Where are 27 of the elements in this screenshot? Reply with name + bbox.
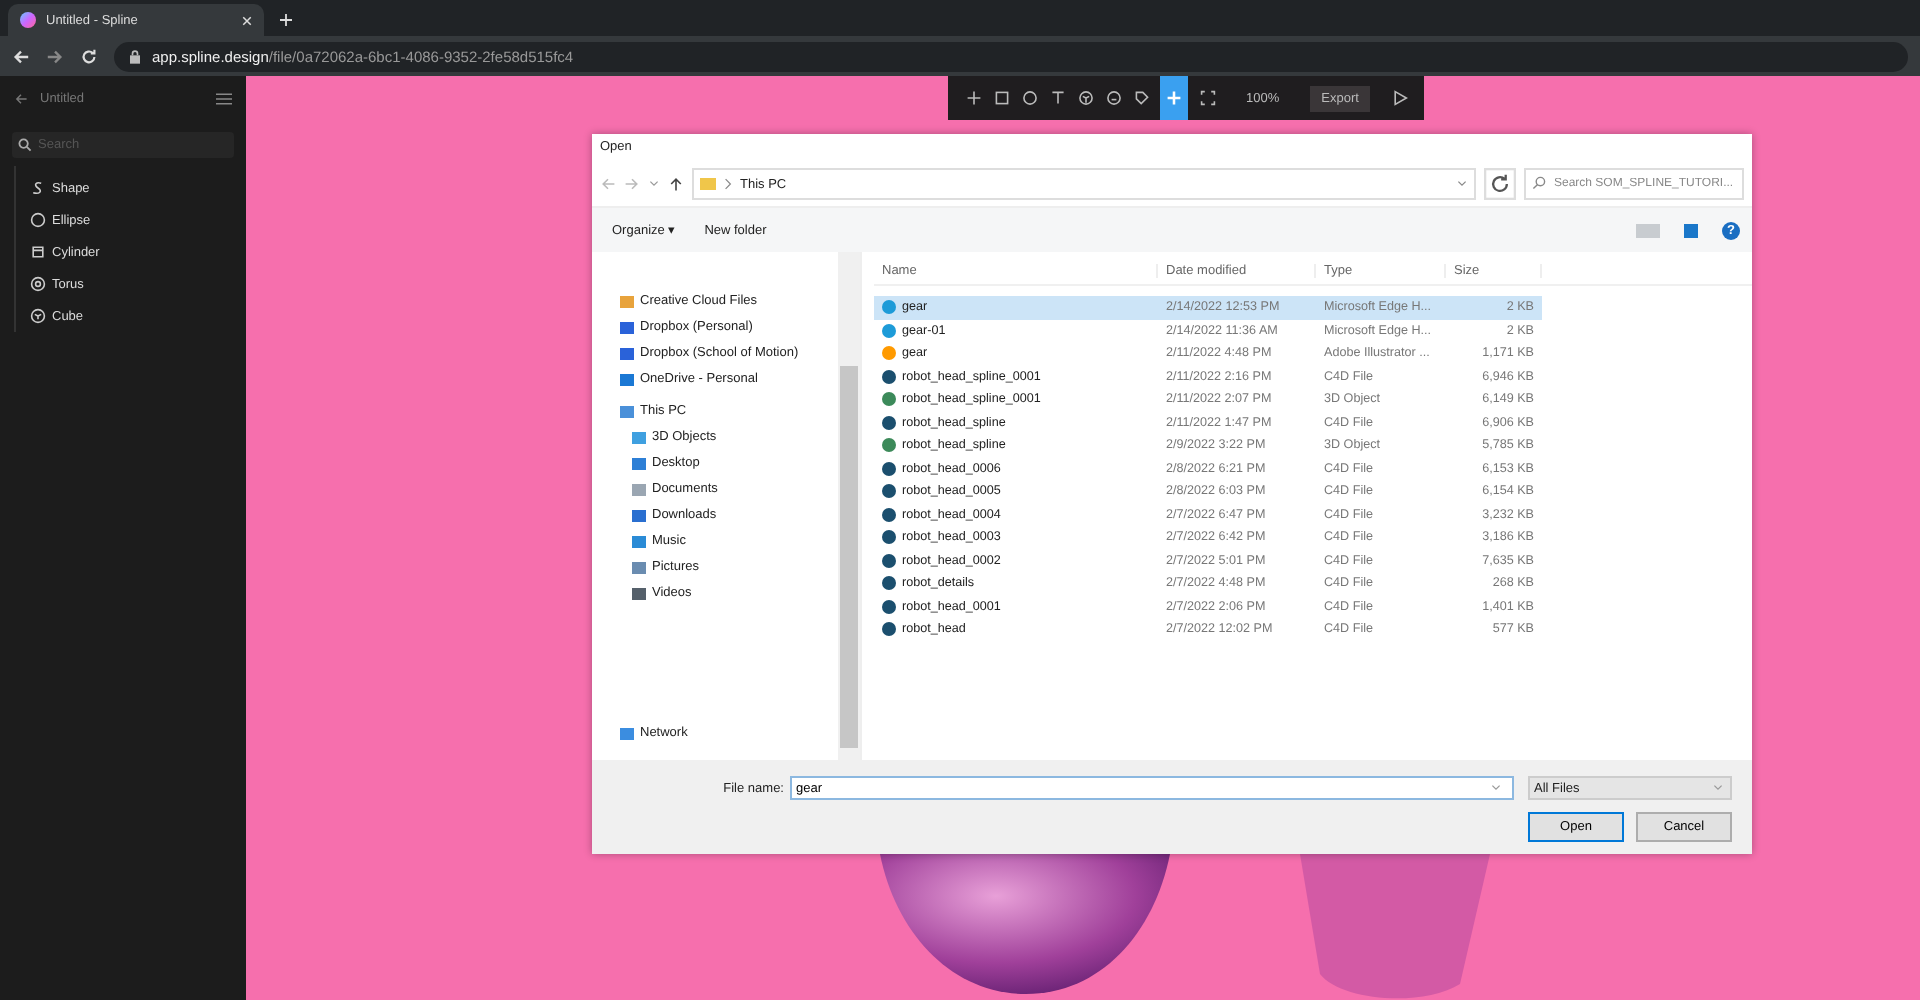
- caret-icon: [1712, 784, 1724, 792]
- caret-icon[interactable]: [1490, 784, 1502, 792]
- new-tab-icon[interactable]: [280, 14, 292, 26]
- play-icon[interactable]: [1392, 90, 1409, 106]
- up-arrow-icon[interactable]: [668, 176, 684, 192]
- menu-icon[interactable]: [216, 91, 232, 105]
- forward-icon[interactable]: [46, 47, 64, 65]
- app-logo-icon: [20, 12, 36, 28]
- back-arrow-icon[interactable]: [14, 91, 28, 105]
- cylinder-icon: [30, 244, 46, 260]
- refresh-icon[interactable]: [1484, 168, 1516, 200]
- search-icon: [18, 138, 32, 152]
- cube-icon: [30, 308, 46, 324]
- search-icon: [1532, 176, 1546, 190]
- caret-icon[interactable]: [1456, 180, 1468, 188]
- shape-icon: [30, 180, 46, 196]
- ellipse-icon: [30, 212, 46, 228]
- chevron-icon: [724, 178, 732, 190]
- back-icon[interactable]: [12, 47, 30, 65]
- move-tool-icon[interactable]: [1160, 76, 1188, 120]
- reload-icon[interactable]: [80, 47, 98, 65]
- caret-icon[interactable]: [648, 180, 660, 188]
- scrollbar[interactable]: [838, 252, 860, 760]
- close-icon[interactable]: [242, 15, 252, 25]
- folder-icon: [700, 178, 716, 190]
- torus-icon: [30, 276, 46, 292]
- lock-icon: [130, 49, 140, 63]
